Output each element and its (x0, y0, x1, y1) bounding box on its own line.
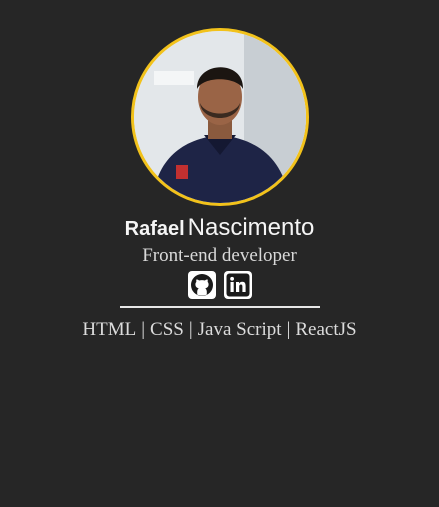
skill-separator: | (141, 318, 146, 340)
github-icon (187, 271, 216, 299)
skill-separator: | (188, 318, 193, 340)
last-name: Nascimento (187, 214, 315, 241)
linkedin-icon (223, 271, 252, 299)
linkedin-link[interactable] (223, 271, 252, 299)
skill-item: CSS (150, 318, 184, 340)
social-links (187, 271, 252, 299)
skills-list: HTML | CSS | Java Script | ReactJS (82, 319, 356, 341)
profile-photo (130, 28, 309, 206)
skill-item: ReactJS (295, 318, 357, 340)
profile-card: Rafael Nascimento Front-end developer HTM… (0, 0, 439, 341)
skill-separator: | (286, 318, 291, 340)
divider (119, 306, 320, 308)
skill-item: Java Script (197, 318, 282, 340)
profile-photo-image (133, 31, 306, 203)
profile-name: Rafael Nascimento (125, 213, 315, 245)
first-name: Rafael (124, 218, 185, 240)
job-title: Front-end developer (142, 245, 297, 266)
skill-item: HTML (82, 318, 137, 340)
github-link[interactable] (187, 271, 216, 299)
